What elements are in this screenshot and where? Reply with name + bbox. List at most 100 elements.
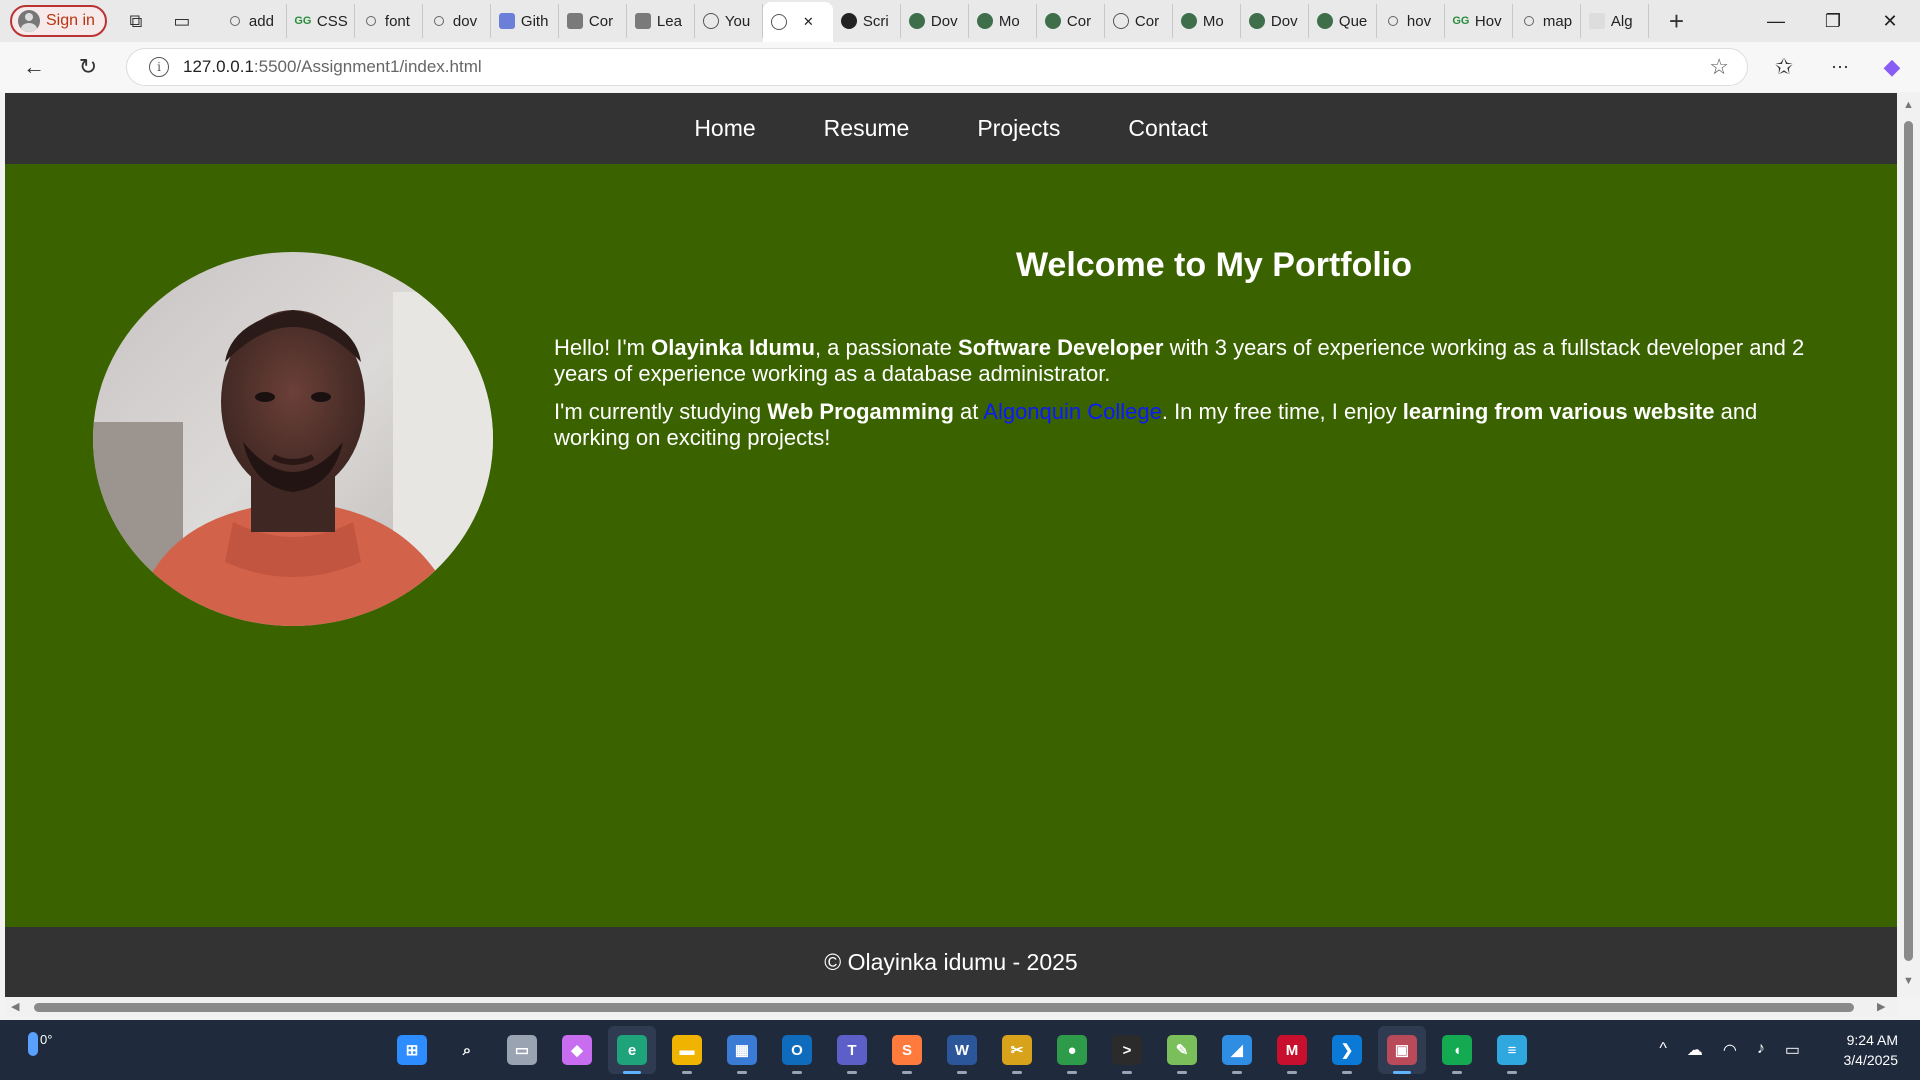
browser-tab[interactable]: Que — [1309, 4, 1377, 38]
browser-tab[interactable]: dov — [423, 4, 491, 38]
scroll-left-icon[interactable]: ◀ — [11, 1000, 19, 1013]
horizontal-scroll-thumb[interactable] — [34, 1003, 1854, 1012]
browser-tab[interactable]: Dov — [1241, 4, 1309, 38]
sign-in-button[interactable]: Sign in — [10, 5, 107, 37]
running-indicator — [847, 1071, 857, 1074]
notes-icon: ≡ — [1497, 1035, 1527, 1065]
college-link[interactable]: Algonquin College — [983, 399, 1162, 424]
scroll-down-icon[interactable]: ▼ — [1903, 975, 1914, 987]
onedrive-icon[interactable]: ☁ — [1687, 1040, 1703, 1060]
vertical-scrollbar[interactable]: ▲ ▼ — [1897, 93, 1920, 997]
nav-contact-link[interactable]: Contact — [1094, 115, 1241, 142]
back-arrow-icon[interactable]: ← — [16, 49, 52, 85]
scroll-up-icon[interactable]: ▲ — [1903, 99, 1914, 111]
browser-tab[interactable]: Cor — [1105, 4, 1173, 38]
profile-photo — [93, 252, 493, 626]
copilot-taskbar-button[interactable]: ◆ — [553, 1026, 601, 1074]
browser-tab[interactable]: map — [1513, 4, 1581, 38]
mongodb-taskbar-button[interactable]: ◖ — [1433, 1026, 1481, 1074]
browser-tab[interactable]: Scri — [833, 4, 901, 38]
sublime-taskbar-button[interactable]: S — [883, 1026, 931, 1074]
intro-content: Welcome to My Portfolio Hello! I'm Olayi… — [554, 246, 1834, 463]
outlook-taskbar-button[interactable]: O — [773, 1026, 821, 1074]
tab-label: add — [248, 12, 274, 30]
browser-tab[interactable]: Alg — [1581, 4, 1649, 38]
running-indicator — [737, 1071, 747, 1074]
running-indicator — [1393, 1071, 1411, 1074]
store-taskbar-button[interactable]: ▦ — [718, 1026, 766, 1074]
browser-tab[interactable]: add — [219, 4, 287, 38]
start-taskbar-button[interactable]: ⊞ — [388, 1026, 436, 1074]
browser-tab[interactable]: GG Hov — [1445, 4, 1513, 38]
browser-tab[interactable]: Mo — [1173, 4, 1241, 38]
notepad-taskbar-button[interactable]: ✎ — [1158, 1026, 1206, 1074]
favorite-star-icon[interactable]: ☆ — [1709, 54, 1729, 80]
chrome-taskbar-button[interactable]: ● — [1048, 1026, 1096, 1074]
browser-tab[interactable]: Cor — [1037, 4, 1105, 38]
developer-role: Software Developer — [958, 335, 1164, 360]
running-indicator — [1122, 1071, 1132, 1074]
restore-button[interactable]: ❐ — [1805, 0, 1861, 42]
reload-icon[interactable]: ↻ — [70, 49, 106, 85]
chevron-up-icon[interactable]: ^ — [1659, 1040, 1667, 1060]
running-indicator — [1067, 1071, 1077, 1074]
more-options-icon[interactable]: ⋯ — [1822, 49, 1858, 85]
address-bar[interactable]: i 127.0.0.1:5500/Assignment1/index.html … — [126, 48, 1748, 86]
browser-tab[interactable]: Lea — [627, 4, 695, 38]
nav-home-link[interactable]: Home — [660, 115, 789, 142]
tab-label: hov — [1406, 12, 1432, 30]
remote-desktop-taskbar-button[interactable]: ▣ — [1378, 1026, 1426, 1074]
hobby-text: learning from various website — [1402, 399, 1715, 424]
nav-projects-link[interactable]: Projects — [943, 115, 1094, 142]
green-favicon-icon — [1316, 13, 1333, 29]
favorites-icon[interactable]: ✩ — [1766, 49, 1802, 85]
browser-tab[interactable]: Cor — [559, 4, 627, 38]
browser-tab-strip: Sign in ⧉ ▭ add GG CSS font dov Gith Cor Lea You… — [0, 0, 1920, 42]
paint-taskbar-button[interactable]: ◢ — [1213, 1026, 1261, 1074]
horizontal-scrollbar[interactable]: ◀ ▶ — [5, 997, 1897, 1017]
close-tab-icon[interactable]: ✕ — [803, 14, 814, 30]
running-indicator — [1342, 1071, 1352, 1074]
browser-tab[interactable]: hov — [1377, 4, 1445, 38]
doc-favicon-icon — [1588, 13, 1605, 29]
search-favicon-icon — [431, 13, 447, 29]
browser-tab[interactable]: You — [695, 4, 763, 38]
browser-tab[interactable]: Mo — [969, 4, 1037, 38]
task-view-taskbar-button[interactable]: ▭ — [498, 1026, 546, 1074]
green-favicon-icon — [1248, 13, 1265, 29]
nav-resume-link[interactable]: Resume — [790, 115, 944, 142]
edge-taskbar-button[interactable]: e — [608, 1026, 656, 1074]
mcafee-taskbar-button[interactable]: M — [1268, 1026, 1316, 1074]
teams-taskbar-button[interactable]: T — [828, 1026, 876, 1074]
search-taskbar-button[interactable]: ⌕ — [443, 1026, 491, 1074]
tab-actions-icon[interactable]: ▭ — [165, 4, 199, 38]
word-taskbar-button[interactable]: W — [938, 1026, 986, 1074]
workspaces-icon[interactable]: ⧉ — [119, 4, 153, 38]
browser-tab[interactable]: ✕ — [762, 2, 833, 42]
browser-tab[interactable]: Gith — [491, 4, 559, 38]
running-indicator — [957, 1071, 967, 1074]
notes-taskbar-button[interactable]: ≡ — [1488, 1026, 1536, 1074]
weather-widget[interactable]: 0° — [28, 1032, 52, 1056]
copilot-icon: ◆ — [562, 1035, 592, 1065]
new-tab-button[interactable]: + — [1669, 6, 1684, 37]
windows-taskbar: 0° ⊞ ⌕ ▭ ◆ e ▬ ▦ O T S W ✂ ● > ✎ ◢ M ❯ ▣ ◖ ≡ ^ ☁ ◠ ♪ ▭ 9:24 … — [0, 1020, 1920, 1080]
vertical-scroll-thumb[interactable] — [1904, 121, 1913, 961]
browser-tab[interactable]: Dov — [901, 4, 969, 38]
wifi-icon[interactable]: ◠ — [1723, 1040, 1737, 1060]
vscode-taskbar-button[interactable]: ❯ — [1323, 1026, 1371, 1074]
minimize-button[interactable]: — — [1748, 0, 1804, 42]
browser-tab[interactable]: GG CSS — [287, 4, 355, 38]
close-window-button[interactable]: ✕ — [1862, 0, 1918, 42]
clock[interactable]: 9:24 AM 3/4/2025 — [1844, 1030, 1899, 1070]
battery-icon[interactable]: ▭ — [1785, 1040, 1800, 1060]
file-explorer-taskbar-button[interactable]: ▬ — [663, 1026, 711, 1074]
volume-icon[interactable]: ♪ — [1757, 1040, 1765, 1060]
scroll-right-icon[interactable]: ▶ — [1877, 1000, 1885, 1013]
copilot-icon[interactable]: ◆ — [1874, 49, 1910, 85]
site-info-icon[interactable]: i — [149, 57, 169, 77]
tab-label: Alg — [1610, 12, 1633, 30]
snip-taskbar-button[interactable]: ✂ — [993, 1026, 1041, 1074]
terminal-taskbar-button[interactable]: > — [1103, 1026, 1151, 1074]
browser-tab[interactable]: font — [355, 4, 423, 38]
